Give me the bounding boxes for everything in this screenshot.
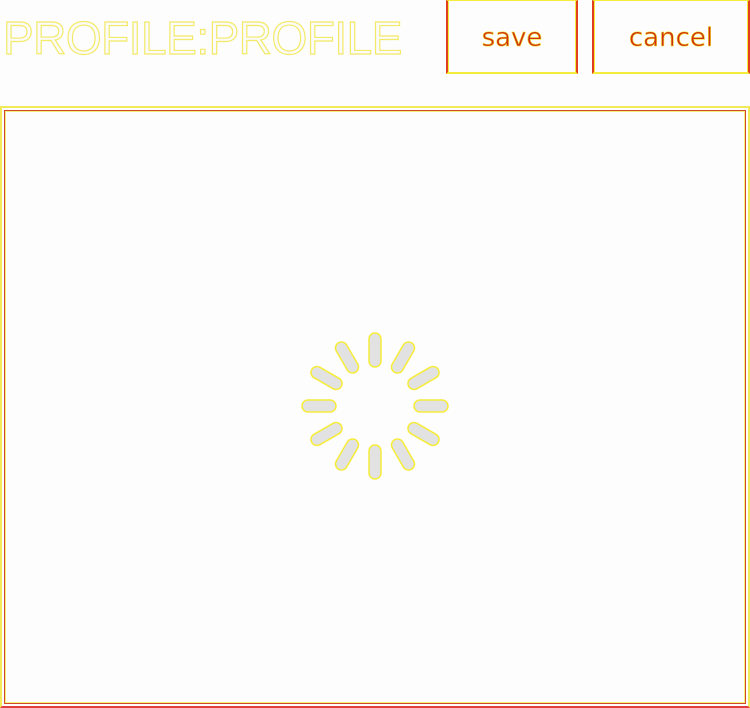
spinner-spoke [301, 399, 337, 413]
header-bar: PROFILE:PROFILE save cancel [0, 0, 750, 80]
spinner-spoke [368, 332, 382, 368]
spinner-spoke [310, 421, 343, 447]
spinner-spoke [390, 438, 416, 471]
spinner-icon [301, 332, 449, 480]
spinner-spoke [310, 365, 343, 391]
save-button[interactable]: save [446, 0, 578, 74]
spinner-spokes [301, 332, 449, 480]
spinner-spoke [334, 341, 360, 374]
app-window: PROFILE:PROFILE save cancel [0, 0, 750, 708]
spinner-spoke [334, 438, 360, 471]
save-button-label: save [481, 23, 543, 54]
spinner-spoke [413, 399, 449, 413]
spinner-spoke [368, 444, 382, 480]
cancel-button-label: cancel [628, 23, 714, 54]
cancel-button[interactable]: cancel [592, 0, 750, 74]
spinner-spoke [407, 365, 440, 391]
page-title: PROFILE:PROFILE [2, 11, 403, 64]
spinner-spoke [390, 341, 416, 374]
spinner-spoke [407, 421, 440, 447]
